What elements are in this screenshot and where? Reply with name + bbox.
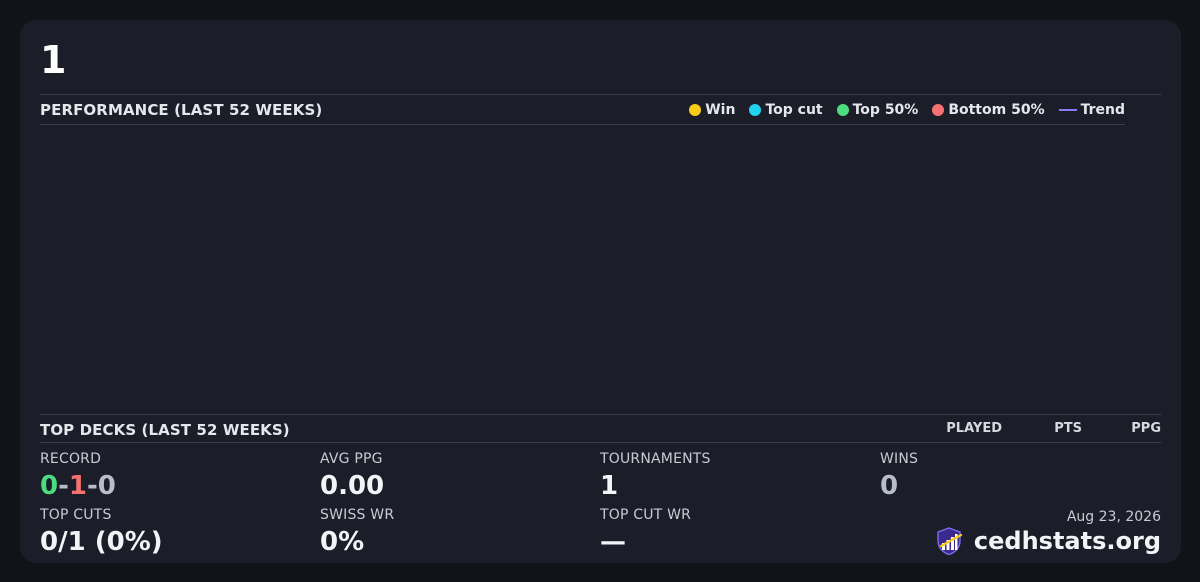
stat-record: RECORD 0-1-0 xyxy=(40,451,116,502)
legend-item-bottom-50: Bottom 50% xyxy=(932,101,1045,119)
legend-item-win: Win xyxy=(689,101,735,119)
stat-value: 0/1 (0%) xyxy=(40,527,163,557)
column-header-played: PLAYED xyxy=(946,421,1002,436)
legend-item-trend: Trend xyxy=(1058,101,1125,119)
stat-label: SWISS WR xyxy=(320,507,395,523)
divider xyxy=(40,414,1161,415)
stat-label: TOURNAMENTS xyxy=(600,451,711,467)
stat-value: 0 xyxy=(880,471,899,501)
stat-label: TOP CUT WR xyxy=(600,507,692,523)
snapshot-date: Aug 23, 2026 xyxy=(1066,509,1161,525)
bottom-50-dot-icon xyxy=(932,104,945,116)
stat-label: RECORD xyxy=(40,451,102,467)
stat-value: 0-1-0 xyxy=(40,470,116,502)
stat-value: 0.00 xyxy=(320,471,385,501)
stat-wins: WINS 0 xyxy=(880,451,918,502)
stat-value: 0% xyxy=(320,527,365,557)
divider xyxy=(40,124,1125,125)
legend-label: Win xyxy=(705,102,736,118)
performance-legend: Win Top cut Top 50% Bottom 50% Trend xyxy=(689,101,1125,119)
stat-label: AVG PPG xyxy=(320,451,383,467)
brand[interactable]: cedhstats.org xyxy=(934,526,1161,556)
legend-item-top-50: Top 50% xyxy=(836,101,919,119)
top-cut-dot-icon xyxy=(749,104,762,116)
legend-label: Bottom 50% xyxy=(948,102,1045,118)
top-50-dot-icon xyxy=(836,104,849,116)
column-header-ppg: PPG xyxy=(1131,421,1161,436)
stat-label: WINS xyxy=(880,451,919,467)
brand-name: cedhstats.org xyxy=(973,527,1161,555)
record-draws: 0 xyxy=(97,471,116,501)
legend-label: Top 50% xyxy=(852,102,919,118)
divider xyxy=(40,442,1161,443)
stat-avg-ppg: AVG PPG 0.00 xyxy=(320,451,384,502)
legend-label: Trend xyxy=(1080,102,1125,118)
trend-line-icon xyxy=(1058,109,1077,111)
stat-label: TOP CUTS xyxy=(40,507,112,523)
stat-top-cut-wr: TOP CUT WR — xyxy=(600,507,691,558)
top-decks-columns: PLAYED PTS PPG xyxy=(946,421,1161,437)
stat-swiss-wr: SWISS WR 0% xyxy=(320,507,394,558)
stat-tournaments: TOURNAMENTS 1 xyxy=(600,451,711,502)
record-losses: 1 xyxy=(68,471,87,501)
performance-chart-area xyxy=(40,126,1125,414)
player-card: 1 PERFORMANCE (LAST 52 WEEKS) Win Top cu… xyxy=(20,20,1181,563)
top-decks-title: TOP DECKS (LAST 52 WEEKS) xyxy=(40,421,290,439)
stat-top-cuts: TOP CUTS 0/1 (0%) xyxy=(40,507,163,558)
divider xyxy=(40,94,1161,95)
legend-item-top-cut: Top cut xyxy=(749,101,823,119)
player-name: 1 xyxy=(40,38,67,82)
record-separator: - xyxy=(58,471,69,501)
performance-title: PERFORMANCE (LAST 52 WEEKS) xyxy=(40,101,323,119)
chart-shield-logo-icon xyxy=(937,527,962,556)
record-separator: - xyxy=(86,471,98,501)
legend-label: Top cut xyxy=(765,102,823,118)
stat-value: 1 xyxy=(600,471,619,501)
record-wins: 0 xyxy=(40,471,59,501)
win-dot-icon xyxy=(689,104,702,116)
stat-value: — xyxy=(600,527,626,557)
column-header-pts: PTS xyxy=(1054,421,1082,436)
